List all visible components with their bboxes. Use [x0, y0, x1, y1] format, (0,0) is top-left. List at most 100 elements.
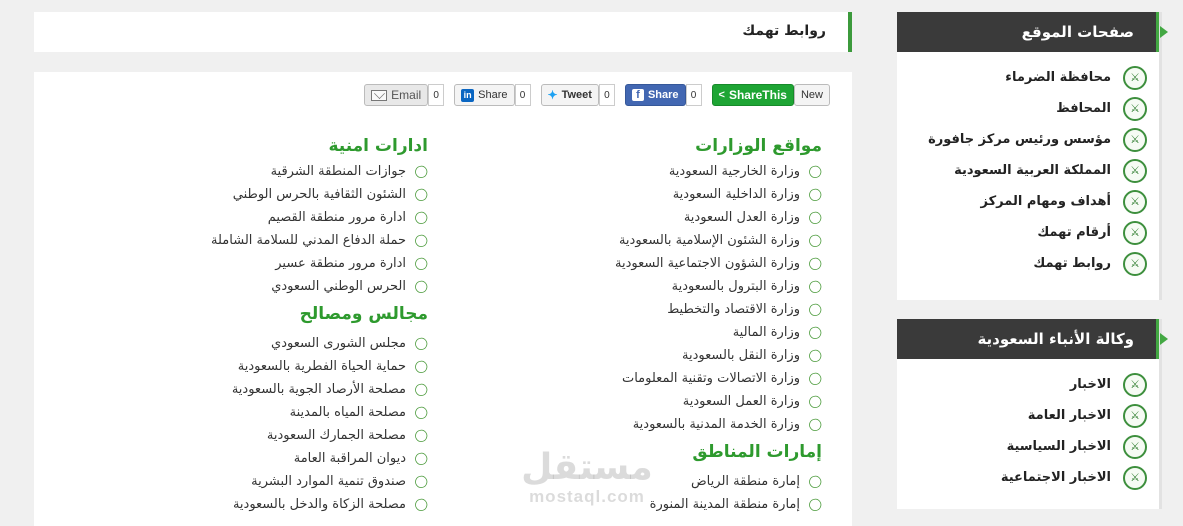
sidebar-item[interactable]: ⚔ محافظة الضرماء — [897, 62, 1159, 93]
list-item[interactable]: ◯ ديوان المراقبة العامة — [168, 447, 430, 470]
sidebar-item[interactable]: ⚔ الاخبار الاجتماعية — [897, 462, 1159, 493]
paperclip-icon: ◯ — [805, 368, 825, 388]
list-item[interactable]: ◯ وزارة العمل السعودية — [532, 390, 824, 413]
saudi-emblem-icon: ⚔ — [1123, 465, 1147, 490]
linkedin-group: in Share 0 — [454, 84, 534, 106]
paperclip-icon: ◯ — [411, 471, 431, 491]
list-item[interactable]: ◯ وزارة الاقتصاد والتخطيط — [532, 298, 824, 321]
sidebar-item[interactable]: ⚔ المحافظ — [897, 93, 1159, 124]
list-item[interactable]: ◯ ادارة مرور منطقة القصيم — [168, 206, 431, 229]
facebook-share-button[interactable]: f Share — [624, 84, 686, 106]
linkedin-share-button[interactable]: in Share — [454, 84, 515, 106]
list-item[interactable]: ◯ إمارة منطقة الرياض — [532, 470, 824, 493]
new-badge[interactable]: New — [793, 84, 830, 106]
list-item[interactable]: ◯ مصلحة المياه بالمدينة — [168, 401, 431, 424]
paperclip-icon: ◯ — [805, 161, 825, 181]
ministries-list: ◯ وزارة الخارجية السعودية ◯ وزارة الداخلية… — [532, 160, 825, 436]
news-agency-title: وكالة الأنباء السعودية — [977, 330, 1134, 348]
site-pages-header: صفحات الموقع — [897, 12, 1168, 52]
paperclip-icon: ◯ — [411, 253, 431, 273]
sidebar-item[interactable]: ⚔ مؤسس ورئيس مركز جافورة — [897, 124, 1159, 155]
saudi-emblem-icon: ⚔ — [1123, 372, 1147, 397]
news-agency-header: وكالة الأنباء السعودية — [897, 319, 1168, 359]
paperclip-icon: ◯ — [411, 356, 431, 376]
list-item[interactable]: ◯ حماية الحياة الفطرية بالسعودية — [168, 355, 430, 378]
list-item[interactable]: ◯ وزارة النقل بالسعودية — [532, 344, 824, 367]
tweet-group: ✦ Tweet 0 — [540, 84, 619, 106]
list-item[interactable]: ◯ وزارة الخدمة المدنية بالسعودية — [532, 413, 825, 436]
sidebar-item[interactable]: ⚔ المملكة العربية السعودية — [897, 155, 1159, 186]
paperclip-icon: ◯ — [805, 230, 825, 250]
linkedin-count: 0 — [514, 84, 531, 106]
email-share-button[interactable]: Email — [364, 84, 429, 106]
regions-title: إمارات المناطق — [692, 442, 822, 462]
list-item[interactable]: ◯ وزارة الاتصالات وتقنية المعلومات — [532, 367, 824, 390]
sidebar-item[interactable]: ⚔ الاخبار السياسية — [897, 431, 1159, 462]
sidebar-item[interactable]: ⚔ روابط تهمك — [897, 248, 1159, 279]
paperclip-icon: ◯ — [411, 379, 431, 399]
email-group: Email 0 — [364, 84, 448, 106]
sharethis-label: ShareThis — [728, 88, 787, 102]
list-item[interactable]: ◯ ادارة مرور منطقة عسير — [168, 252, 430, 275]
email-label: Email — [391, 88, 422, 102]
saudi-emblem-icon: ⚔ — [1123, 403, 1147, 428]
paperclip-icon: ◯ — [805, 494, 825, 514]
paperclip-icon: ◯ — [411, 494, 431, 514]
twitter-bird-icon: ✦ — [547, 88, 558, 102]
councils-list: ◯ مجلس الشورى السعودي ◯ حماية الحياة الفطر… — [168, 332, 431, 516]
sharethis-group: < ShareThis New — [711, 84, 834, 106]
security-list: ◯ جوازات المنطقة الشرقية ◯ الشئون الثقافية… — [168, 160, 431, 298]
paperclip-icon: ◯ — [411, 230, 431, 250]
regions-list: ◯ إمارة منطقة الرياض ◯ إمارة منطقة المدينة… — [532, 470, 825, 516]
list-item[interactable]: ◯ صندوق تنمية الموارد البشرية — [168, 470, 430, 493]
sidebar-item[interactable]: ⚔ أرقام تهمك — [897, 217, 1159, 248]
facebook-count: 0 — [685, 84, 702, 106]
sharethis-button[interactable]: < ShareThis — [711, 84, 794, 106]
list-item[interactable]: ◯ وزارة البترول بالسعودية — [532, 275, 825, 298]
envelope-icon — [371, 89, 388, 101]
list-item[interactable]: ◯ وزارة الداخلية السعودية — [532, 183, 825, 206]
site-pages-block: صفحات الموقع ⚔ محافظة الضرماء ⚔ المحافظ ⚔ م… — [897, 12, 1168, 300]
list-item[interactable]: ◯ مصلحة الأرصاد الجوية بالسعودية — [168, 378, 430, 401]
links-content: < ShareThis New f Share 0 ✦ Tweet 0 in S… — [34, 72, 852, 526]
list-item[interactable]: ◯ مجلس الشورى السعودي — [168, 332, 430, 355]
security-title: ادارات امنية — [328, 136, 428, 156]
saudi-emblem-icon: ⚔ — [1123, 434, 1147, 459]
header-notch — [1160, 333, 1168, 345]
paperclip-icon: ◯ — [411, 333, 431, 353]
sidebar-item[interactable]: ⚔ أهداف ومهام المركز — [897, 186, 1159, 217]
list-item[interactable]: ◯ حملة الدفاع المدني للسلامة الشاملة — [168, 229, 430, 252]
paperclip-icon: ◯ — [411, 425, 431, 445]
sidebar-shadow — [1159, 319, 1162, 509]
list-item[interactable]: ◯ وزارة الخارجية السعودية — [532, 160, 824, 183]
list-item[interactable]: ◯ إمارة منطقة المدينة المنورة — [532, 493, 825, 516]
tweet-button[interactable]: ✦ Tweet — [540, 84, 599, 106]
saudi-emblem-icon: ⚔ — [1123, 251, 1147, 276]
list-item[interactable]: ◯ وزارة الشئون الإسلامية بالسعودية — [532, 229, 824, 252]
ministries-column: مواقع الوزارات ◯ وزارة الخارجية السعودية … — [532, 132, 825, 516]
list-item[interactable]: ◯ الحرس الوطني السعودي — [168, 275, 430, 298]
sidebar-item[interactable]: ⚔ الاخبار — [897, 369, 1159, 400]
paperclip-icon: ◯ — [411, 402, 431, 422]
list-item[interactable]: ◯ وزارة الشؤون الاجتماعية السعودية — [532, 252, 824, 275]
tweet-count: 0 — [598, 84, 615, 106]
sidebar-shadow — [1159, 12, 1162, 300]
page-title: روابط تهمك — [742, 23, 826, 39]
list-item[interactable]: ◯ مصلحة الجمارك السعودية — [168, 424, 430, 447]
news-agency-list: ⚔ الاخبار ⚔ الاخبار العامة ⚔ الاخبار السياس… — [897, 359, 1159, 503]
paperclip-icon: ◯ — [805, 253, 825, 273]
list-item[interactable]: ◯ مصلحة الزكاة والدخل بالسعودية — [168, 493, 430, 516]
paperclip-icon: ◯ — [805, 207, 825, 227]
paperclip-icon: ◯ — [411, 276, 431, 296]
list-item[interactable]: ◯ وزارة المالية — [532, 321, 825, 344]
saudi-emblem-icon: ⚔ — [1123, 127, 1147, 152]
site-pages-list: ⚔ محافظة الضرماء ⚔ المحافظ ⚔ مؤسس ورئيس مرك… — [897, 52, 1159, 289]
saudi-emblem-icon: ⚔ — [1123, 189, 1147, 214]
list-item[interactable]: ◯ الشئون الثقافية بالحرس الوطني — [168, 183, 430, 206]
paperclip-icon: ◯ — [805, 184, 825, 204]
paperclip-icon: ◯ — [411, 448, 431, 468]
list-item[interactable]: ◯ جوازات المنطقة الشرقية — [168, 160, 431, 183]
sidebar-item[interactable]: ⚔ الاخبار العامة — [897, 400, 1159, 431]
list-item[interactable]: ◯ وزارة العدل السعودية — [532, 206, 824, 229]
paperclip-icon: ◯ — [805, 276, 825, 296]
